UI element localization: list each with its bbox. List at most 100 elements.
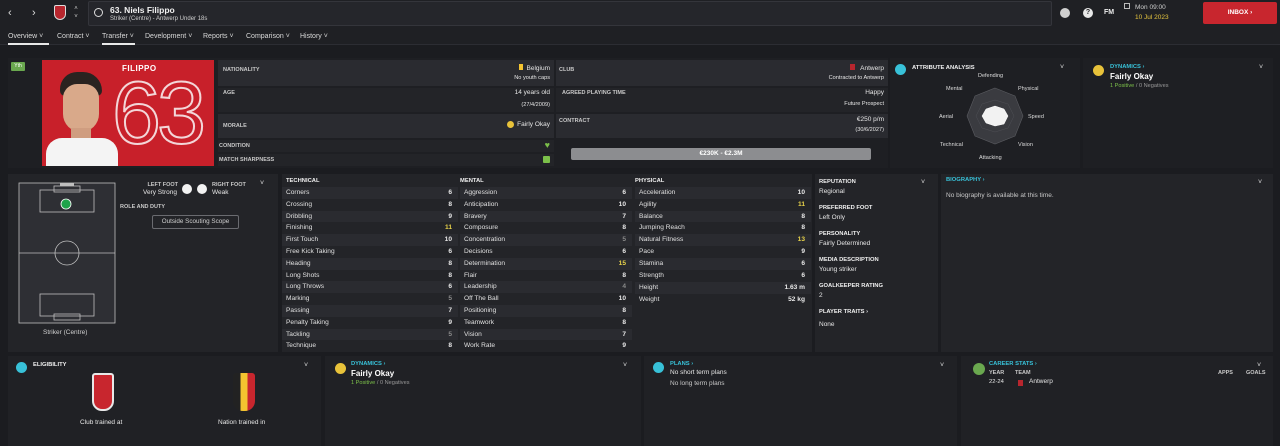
top-bar: ‹ › ˄ ˅ 63. Niels Filippo Striker (Centre… bbox=[0, 0, 1280, 28]
attribute-name: Positioning bbox=[464, 307, 497, 314]
attribute-value: 9 bbox=[622, 342, 626, 350]
tab-development[interactable]: Development ˅ bbox=[145, 28, 192, 45]
chevron-down-icon[interactable]: ˅ bbox=[921, 179, 925, 186]
attribute-row: Tackling 5 bbox=[282, 328, 458, 341]
forward-arrow-icon[interactable]: › bbox=[32, 7, 44, 19]
club-crest-icon bbox=[92, 373, 114, 411]
attribute-value: 9 bbox=[801, 248, 805, 255]
attribute-name: Tackling bbox=[286, 330, 310, 338]
contract-cell[interactable]: CONTRACT €250 p/m (30/6/2027) bbox=[556, 114, 888, 138]
attribute-value: 5 bbox=[448, 330, 452, 338]
attribute-name: Natural Fitness bbox=[639, 236, 684, 244]
attribute-name: Decisions bbox=[464, 248, 493, 255]
eligibility-panel: ELIGIBILITY ˅ Club trained at Nation tra… bbox=[8, 356, 321, 446]
morale-cell[interactable]: MORALE Fairly Okay bbox=[218, 114, 554, 138]
chevron-down-icon[interactable]: ˅ bbox=[1060, 64, 1064, 71]
value-range-bar[interactable]: €230K - €2.3M bbox=[571, 148, 871, 160]
dynamics-link[interactable]: DYNAMICS › bbox=[1110, 64, 1144, 70]
attribute-row: Finishing 11 bbox=[282, 222, 458, 234]
tab-history[interactable]: History ˅ bbox=[300, 28, 328, 45]
attribute-value: 6 bbox=[801, 259, 805, 267]
plans-link[interactable]: PLANS › bbox=[670, 361, 693, 367]
attribute-row: Long Throws 6 bbox=[282, 281, 458, 294]
profile-panel: Yth FILIPPO 63 NATIONALITY Belgium No yo… bbox=[8, 58, 888, 168]
axis-attacking: Attacking bbox=[979, 155, 1002, 161]
attribute-row: Vision 7 bbox=[460, 328, 632, 341]
attribute-value: 10 bbox=[797, 189, 805, 196]
attribute-value: 11 bbox=[445, 224, 452, 232]
tab-transfer[interactable]: Transfer ˅ bbox=[102, 28, 135, 45]
back-arrow-icon[interactable]: ‹ bbox=[8, 7, 20, 19]
chevron-down-icon[interactable]: ˅ bbox=[1259, 64, 1263, 71]
shirt-number-panel: FILIPPO 63 bbox=[42, 60, 214, 166]
attribute-row: Strength 6 bbox=[635, 270, 811, 282]
attribute-name: Concentration bbox=[464, 236, 506, 244]
dynamics-panel-bottom: DYNAMICS › Fairly Okay 1 Positive / 0 Ne… bbox=[325, 356, 641, 446]
tab-reports[interactable]: Reports ˅ bbox=[203, 28, 234, 45]
player-traits-link[interactable]: PLAYER TRAITS › bbox=[819, 309, 868, 315]
attribute-row: Flair 8 bbox=[460, 270, 632, 282]
shirt-number: 63 bbox=[111, 62, 207, 163]
foot-icon bbox=[182, 184, 192, 194]
attribute-name: Marking bbox=[286, 295, 310, 303]
attribute-value: 8 bbox=[622, 318, 626, 326]
plans-icon bbox=[653, 362, 664, 373]
chevron-down-icon[interactable]: ˅ bbox=[260, 180, 264, 187]
attribute-row: Bravery 7 bbox=[460, 210, 632, 223]
help-icon[interactable]: ? bbox=[1083, 8, 1093, 18]
player-switch-arrows[interactable]: ˄ ˅ bbox=[72, 5, 80, 21]
dynamics-icon bbox=[335, 363, 346, 374]
dynamics-link[interactable]: DYNAMICS › bbox=[351, 361, 385, 367]
scouting-scope-button[interactable]: Outside Scouting Scope bbox=[152, 215, 239, 229]
manager-icon[interactable] bbox=[1060, 8, 1070, 18]
calendar-icon[interactable] bbox=[1124, 3, 1130, 9]
fm-logo[interactable]: FM bbox=[1104, 9, 1114, 16]
tab-comparison[interactable]: Comparison ˅ bbox=[246, 28, 290, 45]
tab-contract[interactable]: Contract ˅ bbox=[57, 28, 90, 45]
attribute-value: 7 bbox=[622, 212, 626, 220]
info-panel: REPUTATION ˅ Regional PREFERRED FOOT Lef… bbox=[815, 174, 938, 352]
analysis-icon bbox=[895, 64, 906, 75]
weight-row: Weight 52 kg bbox=[639, 296, 805, 303]
career-team-link[interactable]: Antwerp bbox=[1029, 378, 1053, 385]
search-icon bbox=[94, 8, 103, 17]
attribute-name: Work Rate bbox=[464, 342, 496, 350]
dynamics-positives: 1 Positive bbox=[1110, 83, 1135, 89]
axis-aerial: Aerial bbox=[939, 114, 954, 120]
axis-vision: Vision bbox=[1018, 142, 1033, 148]
inbox-button[interactable]: INBOX › bbox=[1203, 2, 1277, 24]
foot-icon bbox=[197, 184, 207, 194]
tab-overview[interactable]: Overview ˅ bbox=[8, 28, 49, 45]
attribute-row: Passing 7 bbox=[282, 305, 458, 317]
title-box[interactable]: 63. Niels Filippo Striker (Centre) - Ant… bbox=[88, 1, 1052, 26]
chevron-down-icon[interactable]: ˅ bbox=[304, 362, 308, 369]
biography-panel: BIOGRAPHY › ˅ No biography is available … bbox=[941, 174, 1273, 352]
attribute-name: Jumping Reach bbox=[639, 224, 685, 232]
biography-link[interactable]: BIOGRAPHY › bbox=[946, 177, 985, 183]
date[interactable]: 10 Jul 2023 bbox=[1135, 14, 1169, 21]
attribute-row: Stamina 6 bbox=[635, 257, 811, 270]
chevron-down-icon[interactable]: ˅ bbox=[623, 362, 627, 369]
attribute-name: Crossing bbox=[286, 200, 313, 208]
dynamics-panel-top: DYNAMICS › Fairly Okay 1 Positive / 0 Ne… bbox=[1083, 58, 1273, 168]
attribute-name: Determination bbox=[464, 259, 506, 267]
club-crest-icon bbox=[1018, 380, 1023, 386]
attribute-name: Long Shots bbox=[286, 271, 320, 279]
date-day[interactable]: Mon 09:00 bbox=[1135, 4, 1166, 11]
attribute-row: Teamwork 8 bbox=[460, 317, 632, 329]
eligibility-icon bbox=[16, 362, 27, 373]
attribute-name: First Touch bbox=[286, 236, 319, 244]
chevron-down-icon[interactable]: ˅ bbox=[1257, 362, 1261, 369]
axis-technical: Technical bbox=[940, 142, 963, 148]
chevron-down-icon[interactable]: ˅ bbox=[940, 362, 944, 369]
club-cell[interactable]: CLUB Antwerp Contracted to Antwerp bbox=[556, 60, 888, 86]
attribute-row: Dribbling 9 bbox=[282, 210, 458, 223]
attribute-name: Free Kick Taking bbox=[286, 248, 335, 255]
career-stats-link[interactable]: CAREER STATS › bbox=[989, 361, 1037, 367]
club-crest-icon[interactable] bbox=[54, 5, 66, 20]
axis-defending: Defending bbox=[978, 73, 1004, 79]
morale-face-icon bbox=[507, 121, 515, 128]
attribute-name: Passing bbox=[286, 307, 310, 314]
chevron-down-icon[interactable]: ˅ bbox=[1258, 179, 1262, 186]
attribute-name: Corners bbox=[286, 189, 310, 196]
